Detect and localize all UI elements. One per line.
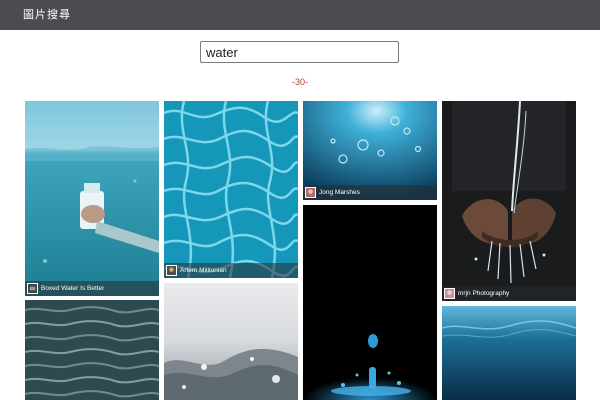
user-avatar-icon <box>166 265 177 276</box>
water-cupped-hands-photo <box>442 101 576 301</box>
photo-tile[interactable]: Jong Marshes <box>303 101 437 200</box>
top-bar: 圖片搜尋 <box>0 0 600 30</box>
deep-ocean-surface-photo <box>442 306 576 400</box>
photo-caption: mrjn Photography <box>442 286 576 301</box>
photographer-name: Boxed Water Is Better <box>41 285 105 292</box>
water-droplet-splash-photo <box>303 205 437 400</box>
photographer-name: Artem Militonian <box>180 267 227 274</box>
user-avatar-icon <box>305 187 316 198</box>
photo-tile[interactable] <box>25 300 159 400</box>
photo-tile[interactable] <box>442 306 576 400</box>
app-title: 圖片搜尋 <box>23 8 71 21</box>
user-avatar-icon <box>27 283 38 294</box>
photo-caption: Boxed Water Is Better <box>25 281 159 296</box>
water-bottle-underwater-photo <box>25 101 159 296</box>
photographer-name: Jong Marshes <box>319 189 360 196</box>
foam-splash-photo <box>164 283 298 400</box>
user-avatar-icon <box>444 288 455 299</box>
photo-tile[interactable]: mrjn Photography <box>442 101 576 301</box>
photo-tile[interactable]: Boxed Water Is Better <box>25 101 159 296</box>
search-input[interactable] <box>200 41 399 63</box>
result-count: -30- <box>291 77 308 87</box>
photo-tile[interactable] <box>303 205 437 400</box>
pool-water-ripples-photo <box>164 101 298 278</box>
photo-caption: Artem Militonian <box>164 263 298 278</box>
photo-tile[interactable] <box>164 283 298 400</box>
photographer-name: mrjn Photography <box>458 290 510 297</box>
photo-caption: Jong Marshes <box>303 185 437 200</box>
photo-tile[interactable]: Artem Militonian <box>164 101 298 278</box>
ocean-waves-photo <box>25 300 159 400</box>
